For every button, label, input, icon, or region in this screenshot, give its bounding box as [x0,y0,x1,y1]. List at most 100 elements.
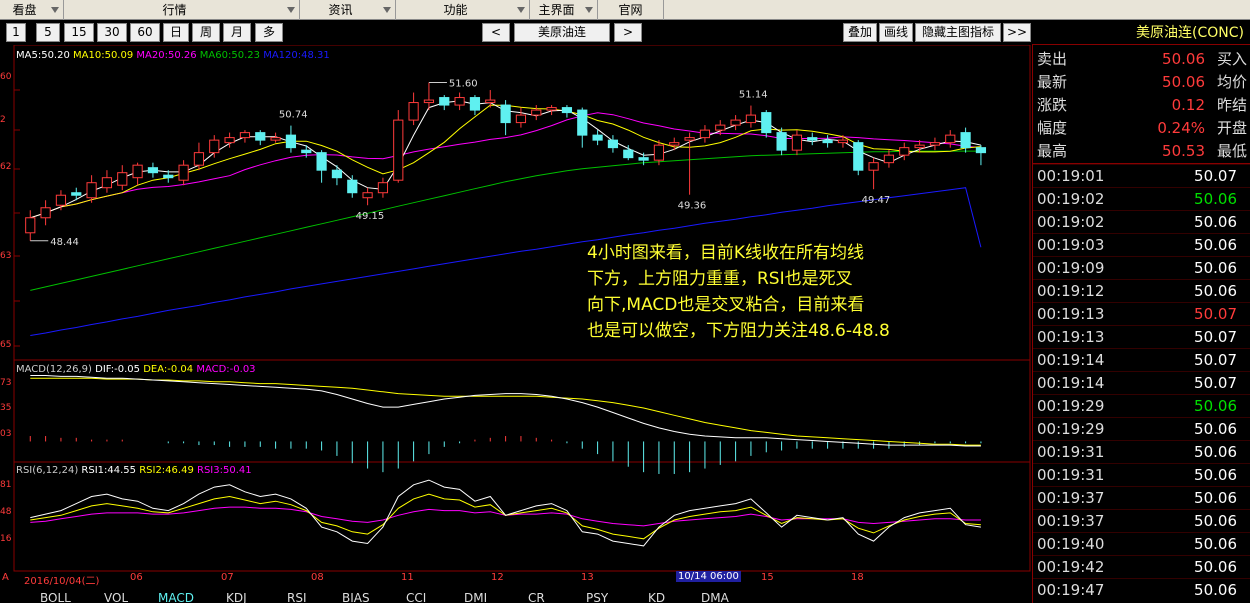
tick-row: 00:19:31 50.06 [1033,440,1250,463]
candle-body [423,99,435,104]
candle-body [945,134,956,144]
candle [945,130,956,148]
menu-hangqing[interactable]: 行情 [64,0,300,20]
rsi-axis-tick: 81 [0,480,12,490]
next-symbol-button[interactable]: > [614,23,642,42]
candle-body [745,114,757,124]
candle [561,105,573,118]
tab-cci[interactable]: CCI [406,591,426,603]
candle-body [55,194,67,206]
symbol-name[interactable]: 美原油连 [514,23,610,42]
period-15-button[interactable]: 15 [64,23,94,42]
date-axis-corner: A [2,572,9,583]
tab-kdj[interactable]: KDJ [226,591,247,603]
tick-time: 00:19:47 [1037,581,1105,599]
more-button[interactable]: >> [1003,23,1031,42]
candle-body [301,149,312,154]
period-week-button[interactable]: 周 [192,23,220,42]
candle-body [285,134,297,149]
ma20-label: MA20:50.26 [136,50,197,61]
period-1-button[interactable]: 1 [6,23,26,42]
candle [101,170,113,193]
candle [55,190,67,211]
tab-dma[interactable]: DMA [701,591,729,603]
candle [699,125,711,143]
tab-vol[interactable]: VOL [104,591,128,603]
period-60-button[interactable]: 60 [130,23,160,42]
tick-time: 00:19:13 [1037,328,1105,346]
macd-axis-tick: 73 [0,378,12,388]
tick-row: 00:19:02 50.06 [1033,210,1250,233]
candle-body [730,119,741,126]
analysis-comment: 4小时图来看，目前K线收在所有均线 下方，上方阻力重重，RSI也是死叉 向下,M… [587,240,967,344]
tick-time: 00:19:31 [1037,443,1105,461]
tick-price: 50.06 [1194,489,1237,507]
candle [117,165,128,191]
candle [607,135,619,153]
price-axis-tick: 62 [0,162,12,172]
candle [469,95,481,116]
candle [439,95,450,111]
candle-body [408,102,419,121]
period-month-button[interactable]: 月 [223,23,251,42]
quote-row: 最高 50.53 最低 [1033,140,1250,163]
tick-row: 00:19:37 50.06 [1033,486,1250,509]
menu-official-site[interactable]: 官网 [598,0,664,20]
prev-symbol-button[interactable]: < [482,23,510,42]
candle [316,150,327,183]
quote-key: 幅度 [1037,119,1068,137]
tab-dmi[interactable]: DMI [464,591,487,603]
tick-price: 50.07 [1194,305,1237,323]
quote-row: 卖出 50.06 买入 [1033,48,1250,71]
overlay-button[interactable]: 叠加 [843,23,877,42]
quote-key2: 开盘 [1216,119,1247,137]
menu-label: 行情 [162,2,187,17]
tick-time: 00:19:29 [1037,420,1105,438]
tick-time: 00:19:02 [1037,190,1105,208]
period-5-button[interactable]: 5 [36,23,60,42]
candle-body [255,132,266,141]
candle-body [853,142,864,171]
macd-axis-tick: 03 [0,429,12,439]
candle-body [577,109,588,136]
candle [531,105,542,121]
menu-kanpan[interactable]: 看盘 [0,0,64,20]
tick-price: 50.06 [1194,466,1237,484]
chevron-down-icon [585,7,593,13]
tab-macd[interactable]: MACD [158,591,194,603]
date-label: 11 [401,572,414,583]
candle-body [791,134,803,151]
chevron-down-icon [287,7,295,13]
hide-indicator-button[interactable]: 隐藏主图指标 [915,23,1001,42]
menu-main-interface[interactable]: 主界面 [530,0,598,20]
tick-list[interactable]: 00:19:01 50.07 00:19:02 50.06 00:19:02 50.06 0… [1033,163,1250,603]
ma5-label: MA5:50.20 [16,50,70,61]
annotation-label: 49.15 [356,211,385,222]
tab-boll[interactable]: BOLL [40,591,71,603]
candle-body [347,179,358,194]
period-30-button[interactable]: 30 [97,23,127,42]
tab-cr[interactable]: CR [528,591,545,603]
tick-row: 00:19:29 50.06 [1033,417,1250,440]
tick-time: 00:19:14 [1037,374,1105,392]
rsi2-line [30,493,981,540]
candle-body [377,182,389,194]
crosshair-date-label: 10/14 06:00 [676,571,741,582]
candlesticks [25,82,987,241]
period-multi-button[interactable]: 多 [255,23,283,42]
draw-line-button[interactable]: 画线 [879,23,913,42]
rsi3-line [30,506,981,527]
tick-row: 00:19:03 50.06 [1033,233,1250,256]
menu-zixun[interactable]: 资讯 [300,0,396,20]
tick-time: 00:19:29 [1037,397,1105,415]
tab-rsi[interactable]: RSI [287,591,307,603]
tab-kd[interactable]: KD [648,591,665,603]
macd-dif-label: DIF:-0.05 [95,364,141,375]
quote-value: 50.53 [1162,142,1205,160]
chart-area[interactable]: 48.44 50.74 51.60 49.15 51.14 49.36 49.47 MA5:… [0,45,1032,603]
tab-bias[interactable]: BIAS [342,591,370,603]
candle-body [101,177,113,189]
period-day-button[interactable]: 日 [163,23,189,42]
menu-gongneng[interactable]: 功能 [396,0,530,20]
tab-psy[interactable]: PSY [586,591,608,603]
